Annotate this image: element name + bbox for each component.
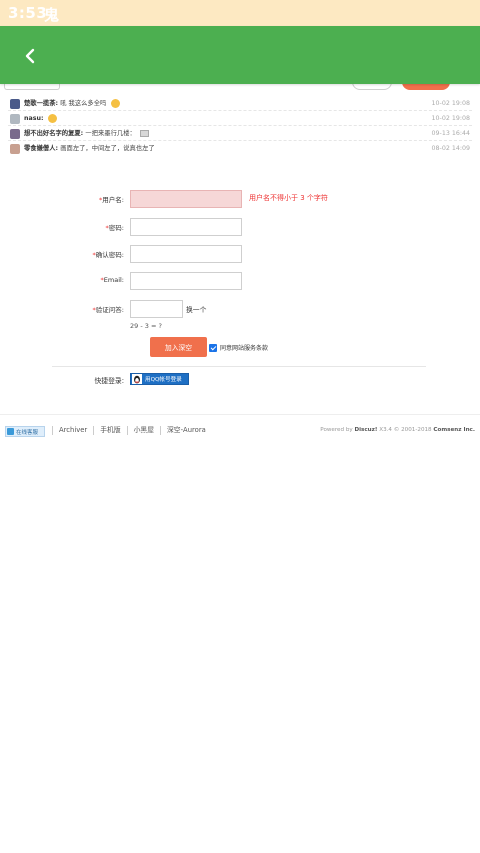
reply-text: 一把来墨行几楼：: [85, 130, 136, 137]
reply-text: 吼 我这么多全吗: [60, 100, 107, 107]
reply-list: 楚歌一揽茶: 吼 我这么多全吗 10-02 19:08 nasu: 10-02 …: [8, 96, 472, 156]
footer-link-mobile[interactable]: 手机版: [93, 426, 126, 435]
app-bar: [0, 26, 480, 84]
avatar: [10, 144, 20, 154]
reply-author: 楚歌一揽茶:: [24, 100, 59, 107]
username-label: *用户名:: [99, 196, 124, 204]
email-field[interactable]: [130, 272, 242, 290]
footer-divider: [0, 414, 480, 415]
captcha-input[interactable]: [130, 300, 183, 318]
reply-time: 10-02 19:08: [431, 100, 470, 107]
agree-terms[interactable]: 同意网站服务条款: [209, 343, 268, 352]
submit-button[interactable]: 加入深空: [150, 337, 207, 357]
online-service-badge[interactable]: 在线客服: [5, 426, 45, 437]
footer-link-blackroom[interactable]: 小黑屋: [126, 426, 160, 435]
smile-emoji-icon: [110, 98, 120, 108]
username-error: 用户名不得小于 3 个字符: [249, 194, 328, 202]
avatar: [10, 99, 20, 109]
email-label: *Email:: [100, 276, 124, 284]
list-item[interactable]: 楚歌一揽茶: 吼 我这么多全吗 10-02 19:08: [8, 96, 472, 111]
footer-link-site[interactable]: 深空-Aurora: [160, 426, 212, 435]
reply-time: 10-02 19:08: [431, 115, 470, 122]
chat-icon: [7, 428, 14, 435]
powered-by: Powered by Discuz! X3.4 © 2001-2018 Coms…: [320, 427, 475, 433]
agree-label: 同意网站服务条款: [220, 345, 269, 352]
captcha-label: *验证问答:: [92, 306, 124, 314]
powered-version: X3.4 © 2001-2018: [379, 427, 432, 433]
reply-time: 09-13 16:44: [431, 130, 470, 137]
divider: [52, 366, 426, 367]
footer-link-archiver[interactable]: Archiver: [52, 426, 93, 435]
powered-company[interactable]: Comsenz Inc.: [433, 427, 475, 433]
image-emoji-icon: [139, 129, 149, 137]
username-field[interactable]: [130, 190, 242, 208]
captcha-change-link[interactable]: 换一个: [186, 304, 206, 314]
confirm-password-label: *确认密码:: [92, 251, 124, 259]
online-service-label: 在线客服: [16, 429, 39, 436]
avatar: [10, 114, 20, 124]
back-button[interactable]: [14, 40, 46, 72]
status-time: 3:53: [8, 4, 48, 22]
captcha-question: 29 - 3 = ?: [130, 322, 162, 330]
list-item[interactable]: 零食嫌僧人: 画面左了，中间左了，说真也左了 08-02 14:09: [8, 141, 472, 156]
submit-label: 加入深空: [164, 344, 193, 352]
reply-time: 08-02 14:09: [431, 145, 470, 152]
quick-login-label: 快捷登录:: [94, 377, 124, 385]
powered-prefix: Powered by: [320, 427, 353, 433]
reply-author: nasu:: [24, 115, 44, 122]
status-app-icon: 鬼: [44, 6, 60, 24]
reply-text: 画面左了，中间左了，说真也左了: [60, 145, 155, 152]
smile-emoji-icon: [47, 113, 57, 123]
qq-login-button[interactable]: 用QQ帐号登录: [130, 373, 189, 385]
powered-brand[interactable]: Discuz!: [354, 427, 377, 433]
agree-checkbox[interactable]: [209, 343, 217, 352]
password-label: *密码:: [105, 224, 124, 232]
status-bar: 3:53 鬼: [0, 0, 480, 26]
list-item[interactable]: 想不出好名字的复夏: 一把来墨行几楼： 09-13 16:44: [8, 126, 472, 141]
footer-links: Archiver 手机版 小黑屋 深空-Aurora: [52, 426, 212, 435]
avatar: [10, 129, 20, 139]
reply-author: 想不出好名字的复夏:: [24, 130, 84, 137]
reply-author: 零食嫌僧人:: [24, 145, 59, 152]
password-field[interactable]: [130, 218, 242, 236]
list-item[interactable]: nasu: 10-02 19:08: [8, 111, 472, 126]
confirm-password-field[interactable]: [130, 245, 242, 263]
back-arrow-icon: [25, 48, 35, 64]
qq-penguin-icon: [132, 374, 142, 384]
qq-login-label: 用QQ帐号登录: [145, 377, 182, 383]
